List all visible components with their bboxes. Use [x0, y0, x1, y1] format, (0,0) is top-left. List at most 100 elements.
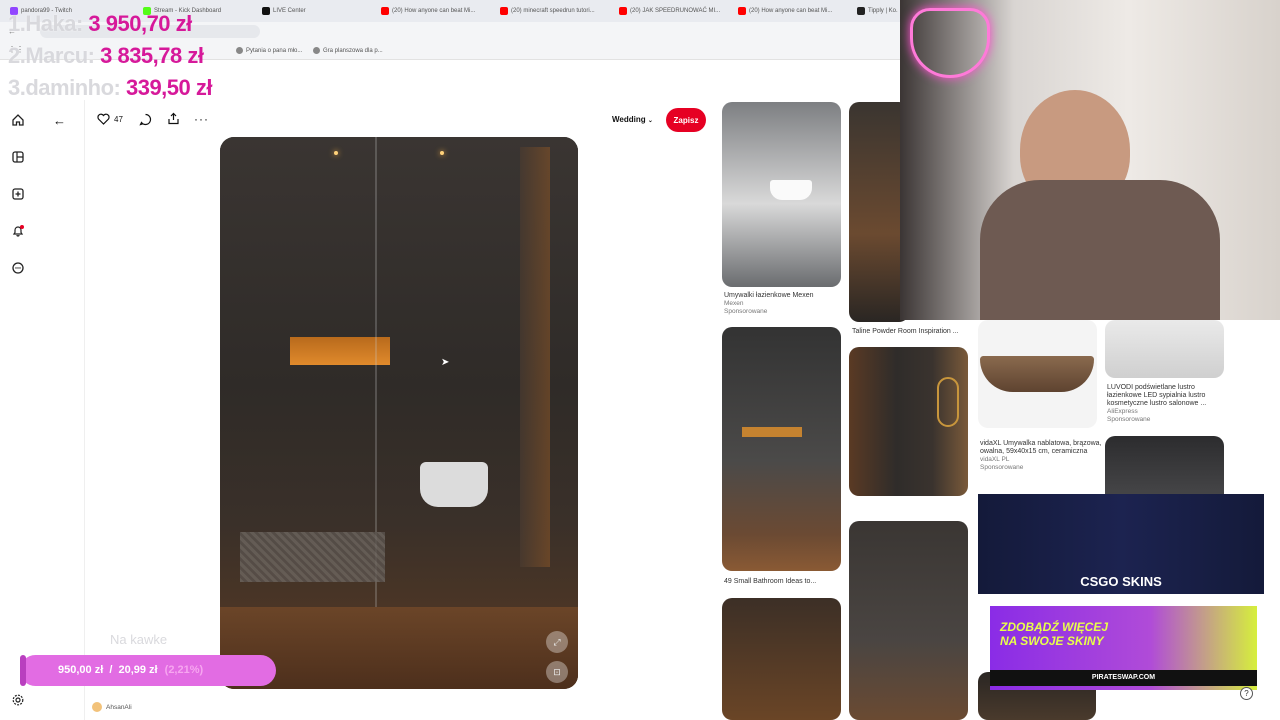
feed-pin-shower-2[interactable]	[849, 521, 968, 720]
pin-title: LUVODI podświetlane lustro łazienkowe LE…	[1107, 384, 1207, 407]
pin-source: vidaXL PL	[980, 456, 1010, 463]
messages-icon[interactable]	[11, 261, 25, 275]
tab-label: (20) How anyone can beat Mi...	[392, 8, 476, 14]
bookmark-favicon-icon	[313, 47, 320, 54]
rail-divider	[84, 100, 85, 720]
feed-caption: Umywalki łazienkowe Mexen Mexen Sponsoro…	[724, 292, 844, 316]
round-mirror	[937, 377, 959, 427]
promo-headline-1: ZDOBĄDŹ WIĘCEJ	[1000, 620, 1108, 634]
streamer-shirt	[980, 180, 1220, 320]
feed-pin-bowl-sink[interactable]	[978, 320, 1097, 428]
explore-icon[interactable]	[11, 150, 25, 164]
pin-title: 49 Small Bathroom Ideas to...	[724, 578, 817, 585]
visual-search-icon[interactable]: ⊡	[546, 661, 568, 683]
expand-icon[interactable]: ⤢	[546, 631, 568, 653]
tab-label: (20) How anyone can beat Mi...	[749, 8, 833, 14]
browser-tab[interactable]: (20) minecraft speedrun tutori...	[500, 3, 612, 19]
back-button[interactable]: ←	[53, 113, 66, 128]
browser-tab[interactable]: LIVE Center	[262, 3, 374, 19]
ceiling-light	[334, 151, 338, 155]
browser-tab[interactable]: (20) How anyone can beat Mi...	[738, 3, 850, 19]
donate-goal-amount: 950,00 zł	[58, 664, 104, 676]
pin-source: Mexen	[724, 300, 744, 307]
user-hint[interactable]: AhsanAli	[92, 702, 132, 712]
tab-label: Tipply | Ko...	[868, 8, 898, 14]
browser-tab[interactable]: (20) JAK SPEEDRUNOWAĆ MI...	[619, 3, 731, 19]
tab-favicon-icon	[857, 7, 865, 15]
create-icon[interactable]	[11, 187, 25, 201]
donate-goal-text: 950,00 zł / 20,99 zł (2,21%)	[58, 664, 204, 676]
sponsored-tag: Sponsorowane	[980, 464, 1024, 471]
tab-favicon-icon	[738, 7, 746, 15]
feed-pin-led-mirror[interactable]	[1105, 320, 1224, 378]
like-count: 47	[114, 114, 123, 124]
donor-name: 1.Haka:	[8, 11, 83, 36]
promo-headline-2: NA SWOJE SKINY	[1000, 634, 1104, 648]
pin-source: AliExpress	[1107, 408, 1138, 415]
tab-favicon-icon	[619, 7, 627, 15]
feed-pin-sink[interactable]	[722, 102, 841, 287]
promo-banner-bottom: ZDOBĄDŹ WIĘCEJ NA SWOJE SKINY PIRATESWAP…	[990, 606, 1257, 690]
pin-title: Umywalki łazienkowe Mexen	[724, 292, 814, 299]
bookmark-favicon-icon	[236, 47, 243, 54]
help-icon[interactable]: ?	[1240, 687, 1253, 700]
tab-label: (20) minecraft speedrun tutori...	[511, 8, 595, 14]
bookmark-label: Gra planszowa dla p...	[323, 47, 383, 54]
sponsored-tag: Sponsorowane	[1107, 416, 1151, 423]
feed-caption: 49 Small Bathroom Ideas to...	[724, 578, 844, 586]
share-icon	[168, 112, 179, 125]
pin-image[interactable]: ⤢ ⊡ ane	[220, 137, 578, 689]
donate-percent: (2,21%)	[164, 664, 204, 676]
feed-caption: LUVODI podświetlane lustro łazienkowe LE…	[1107, 384, 1227, 424]
ceiling-light	[440, 151, 444, 155]
browser-tab[interactable]: Tipply | Ko...	[857, 3, 898, 19]
bookmark-label: Pytania o pana mło...	[246, 47, 303, 54]
wall-strip	[520, 147, 550, 567]
heart-icon	[97, 113, 110, 125]
more-options-icon[interactable]: ···	[194, 112, 209, 126]
notifications-bell-icon[interactable]	[11, 224, 25, 238]
settings-gear-icon[interactable]	[11, 693, 25, 707]
feed-pin-mirror[interactable]	[849, 347, 968, 496]
share-button[interactable]	[167, 112, 180, 130]
user-hint-name: AhsanAli	[106, 703, 132, 711]
donate-current-amount: 20,99 zł	[118, 664, 158, 676]
feed-pin-shower[interactable]	[722, 327, 841, 571]
feed-pin-bathroom[interactable]	[722, 598, 841, 720]
donor-name: 3.daminho:	[8, 75, 121, 100]
save-button[interactable]: Zapisz	[666, 108, 706, 132]
mosaic-floor	[240, 532, 385, 582]
sponsor-promo: CSGO SKINS ZDOBĄDŹ WIĘCEJ NA SWOJE SKINY…	[978, 494, 1264, 694]
promo-brand: CSGO SKINS	[1080, 574, 1162, 589]
donor-name: 2.Marcu:	[8, 43, 95, 68]
tab-favicon-icon	[381, 7, 389, 15]
toilet	[420, 462, 488, 507]
bookmark-item[interactable]: Gra planszowa dla p...	[313, 47, 383, 54]
streamer-webcam	[900, 0, 1280, 320]
avatar	[92, 702, 102, 712]
top-donor-1: 1.Haka: 3 950,70 zł	[8, 11, 192, 37]
donor-amount: 3 835,78 zł	[100, 43, 204, 68]
board-selector[interactable]: Wedding ⌄	[612, 115, 653, 124]
browser-tab[interactable]: (20) How anyone can beat Mi...	[381, 3, 493, 19]
promo-banner-top: CSGO SKINS	[978, 494, 1264, 594]
home-icon[interactable]	[11, 113, 25, 127]
comment-icon	[139, 113, 152, 126]
bookmark-item[interactable]: Pytania o pana mło...	[236, 47, 302, 54]
chevron-down-icon: ⌄	[647, 118, 653, 124]
pin-title: vidaXL Umywalka nablatowa, brązowa, owal…	[980, 440, 1102, 455]
like-button[interactable]: 47	[97, 113, 123, 125]
donor-amount: 3 950,70 zł	[88, 11, 192, 36]
board-name: Wedding	[612, 115, 646, 124]
bowl-shape	[980, 356, 1094, 392]
tab-favicon-icon	[262, 7, 270, 15]
pin-title: Taline Powder Room Inspiration ...	[852, 328, 959, 335]
tab-label: (20) JAK SPEEDRUNOWAĆ MI...	[630, 8, 721, 14]
feed-caption: vidaXL Umywalka nablatowa, brązowa, owal…	[980, 440, 1102, 472]
sponsored-tag: Sponsorowane	[724, 308, 768, 315]
donate-goal-title: Na kawke	[110, 632, 168, 647]
sink-shape	[770, 180, 812, 200]
donate-goal-bar: 950,00 zł / 20,99 zł (2,21%)	[20, 655, 276, 686]
donor-amount: 339,50 zł	[125, 75, 213, 100]
comment-button[interactable]	[139, 113, 152, 131]
